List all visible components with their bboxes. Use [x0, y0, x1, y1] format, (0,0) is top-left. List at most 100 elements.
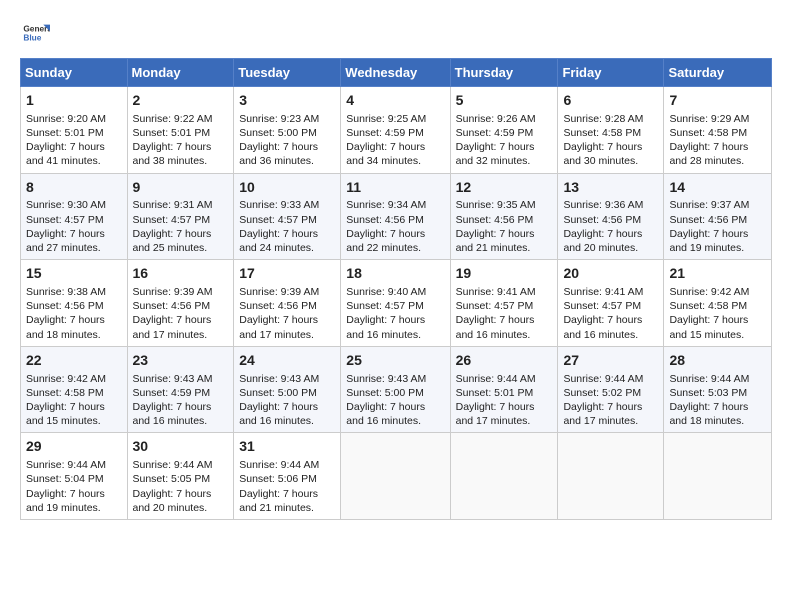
sunrise-line: Sunrise: 9:36 AM: [563, 199, 643, 211]
daylight-line: Daylight: 7 hours and 28 minutes.: [669, 141, 748, 167]
sunset-line: Sunset: 4:59 PM: [456, 127, 534, 139]
calendar-body: 1 Sunrise: 9:20 AM Sunset: 5:01 PM Daylight…: [21, 87, 772, 520]
calendar-cell: 29Sunrise: 9:44 AMSunset: 5:04 PMDayligh…: [21, 433, 128, 520]
sunset-line: Sunset: 5:00 PM: [239, 127, 317, 139]
sunset-line: Sunset: 4:57 PM: [26, 214, 104, 226]
daylight-line: Daylight: 7 hours and 24 minutes.: [239, 228, 318, 254]
sunrise-line: Sunrise: 9:44 AM: [669, 373, 749, 385]
sunset-line: Sunset: 4:58 PM: [669, 127, 747, 139]
sunrise-line: Sunrise: 9:25 AM: [346, 113, 426, 125]
weekday-header: Wednesday: [341, 59, 450, 87]
calendar-cell: 22Sunrise: 9:42 AMSunset: 4:58 PMDayligh…: [21, 346, 128, 433]
calendar-page: General Blue SundayMondayTuesdayWednesda…: [0, 0, 792, 612]
daylight-line: Daylight: 7 hours and 21 minutes.: [239, 488, 318, 514]
calendar-cell: 18Sunrise: 9:40 AMSunset: 4:57 PMDayligh…: [341, 260, 450, 347]
sunset-line: Sunset: 4:56 PM: [346, 214, 424, 226]
calendar-cell: 2Sunrise: 9:22 AMSunset: 5:01 PMDaylight…: [127, 87, 234, 174]
sunrise-line: Sunrise: 9:30 AM: [26, 199, 106, 211]
sunset-line: Sunset: 4:59 PM: [133, 387, 211, 399]
day-number: 30: [133, 437, 229, 456]
sunset-line: Sunset: 4:57 PM: [133, 214, 211, 226]
day-number: 24: [239, 351, 335, 370]
sunset-line: Sunset: 5:00 PM: [239, 387, 317, 399]
calendar-cell: [664, 433, 772, 520]
daylight-line: Daylight: 7 hours and 36 minutes.: [239, 141, 318, 167]
sunrise-line: Sunrise: 9:43 AM: [133, 373, 213, 385]
day-number: 1: [26, 91, 122, 110]
calendar-cell: 28Sunrise: 9:44 AMSunset: 5:03 PMDayligh…: [664, 346, 772, 433]
logo-icon: General Blue: [20, 18, 50, 48]
calendar-cell: 9Sunrise: 9:31 AMSunset: 4:57 PMDaylight…: [127, 173, 234, 260]
day-number: 26: [456, 351, 553, 370]
sunrise-line: Sunrise: 9:39 AM: [133, 286, 213, 298]
sunrise-line: Sunrise: 9:44 AM: [239, 459, 319, 471]
sunset-line: Sunset: 4:57 PM: [563, 300, 641, 312]
sunrise-line: Sunrise: 9:38 AM: [26, 286, 106, 298]
sunrise-line: Sunrise: 9:37 AM: [669, 199, 749, 211]
sunrise-line: Sunrise: 9:44 AM: [26, 459, 106, 471]
day-number: 22: [26, 351, 122, 370]
calendar-cell: 10Sunrise: 9:33 AMSunset: 4:57 PMDayligh…: [234, 173, 341, 260]
calendar-cell: 12Sunrise: 9:35 AMSunset: 4:56 PMDayligh…: [450, 173, 558, 260]
calendar-week-row: 8Sunrise: 9:30 AMSunset: 4:57 PMDaylight…: [21, 173, 772, 260]
calendar-cell: 13Sunrise: 9:36 AMSunset: 4:56 PMDayligh…: [558, 173, 664, 260]
calendar-cell: 24Sunrise: 9:43 AMSunset: 5:00 PMDayligh…: [234, 346, 341, 433]
sunset-line: Sunset: 5:03 PM: [669, 387, 747, 399]
daylight-line: Daylight: 7 hours and 27 minutes.: [26, 228, 105, 254]
calendar-week-row: 1 Sunrise: 9:20 AM Sunset: 5:01 PM Daylight…: [21, 87, 772, 174]
sunset-line: Sunset: 4:56 PM: [26, 300, 104, 312]
calendar-cell: 30Sunrise: 9:44 AMSunset: 5:05 PMDayligh…: [127, 433, 234, 520]
sunrise-line: Sunrise: 9:42 AM: [669, 286, 749, 298]
daylight-line: Daylight: 7 hours and 25 minutes.: [133, 228, 212, 254]
page-header: General Blue: [20, 18, 772, 48]
sunset-line: Sunset: 5:05 PM: [133, 473, 211, 485]
calendar-cell: 17Sunrise: 9:39 AMSunset: 4:56 PMDayligh…: [234, 260, 341, 347]
calendar-cell: 11Sunrise: 9:34 AMSunset: 4:56 PMDayligh…: [341, 173, 450, 260]
daylight-line: Daylight: 7 hours and 16 minutes.: [346, 401, 425, 427]
day-number: 18: [346, 264, 444, 283]
daylight-line: Daylight: 7 hours and 18 minutes.: [26, 314, 105, 340]
daylight-line: Daylight: 7 hours and 32 minutes.: [456, 141, 535, 167]
day-number: 31: [239, 437, 335, 456]
sunset-line: Sunset: 5:06 PM: [239, 473, 317, 485]
calendar-cell: [558, 433, 664, 520]
calendar-cell: 15 Sunrise: 9:38 AM Sunset: 4:56 PM Dayligh…: [21, 260, 128, 347]
day-number: 27: [563, 351, 658, 370]
sunset-line: Sunset: 4:58 PM: [26, 387, 104, 399]
daylight-line: Daylight: 7 hours and 18 minutes.: [669, 401, 748, 427]
daylight-line: Daylight: 7 hours and 22 minutes.: [346, 228, 425, 254]
sunset-line: Sunset: 5:01 PM: [456, 387, 534, 399]
day-number: 11: [346, 178, 444, 197]
sunrise-line: Sunrise: 9:44 AM: [563, 373, 643, 385]
daylight-line: Daylight: 7 hours and 19 minutes.: [26, 488, 105, 514]
calendar-cell: 3Sunrise: 9:23 AMSunset: 5:00 PMDaylight…: [234, 87, 341, 174]
day-number: 15: [26, 264, 122, 283]
sunrise-line: Sunrise: 9:33 AM: [239, 199, 319, 211]
daylight-line: Daylight: 7 hours and 15 minutes.: [669, 314, 748, 340]
sunrise-line: Sunrise: 9:20 AM: [26, 113, 106, 125]
sunset-line: Sunset: 5:02 PM: [563, 387, 641, 399]
daylight-line: Daylight: 7 hours and 19 minutes.: [669, 228, 748, 254]
day-number: 10: [239, 178, 335, 197]
day-number: 21: [669, 264, 766, 283]
calendar-cell: 1Sunrise: 9:20 AMSunset: 5:01 PMDaylight…: [21, 87, 128, 174]
day-number: 5: [456, 91, 553, 110]
calendar-week-row: 22Sunrise: 9:42 AMSunset: 4:58 PMDayligh…: [21, 346, 772, 433]
day-number: 14: [669, 178, 766, 197]
sunset-line: Sunset: 4:59 PM: [346, 127, 424, 139]
day-number: 6: [563, 91, 658, 110]
sunset-line: Sunset: 5:01 PM: [133, 127, 211, 139]
daylight-line: Daylight: 7 hours and 16 minutes.: [456, 314, 535, 340]
sunrise-line: Sunrise: 9:29 AM: [669, 113, 749, 125]
calendar-cell: 5Sunrise: 9:26 AMSunset: 4:59 PMDaylight…: [450, 87, 558, 174]
sunset-line: Sunset: 4:56 PM: [456, 214, 534, 226]
sunrise-line: Sunrise: 9:41 AM: [456, 286, 536, 298]
daylight-line: Daylight: 7 hours and 17 minutes.: [563, 401, 642, 427]
calendar-cell: 26Sunrise: 9:44 AMSunset: 5:01 PMDayligh…: [450, 346, 558, 433]
calendar-cell: 20Sunrise: 9:41 AMSunset: 4:57 PMDayligh…: [558, 260, 664, 347]
sunset-line: Sunset: 4:56 PM: [133, 300, 211, 312]
day-number: 7: [669, 91, 766, 110]
sunset-line: Sunset: 4:56 PM: [239, 300, 317, 312]
sunrise-line: Sunrise: 9:23 AM: [239, 113, 319, 125]
logo: General Blue: [20, 18, 54, 48]
